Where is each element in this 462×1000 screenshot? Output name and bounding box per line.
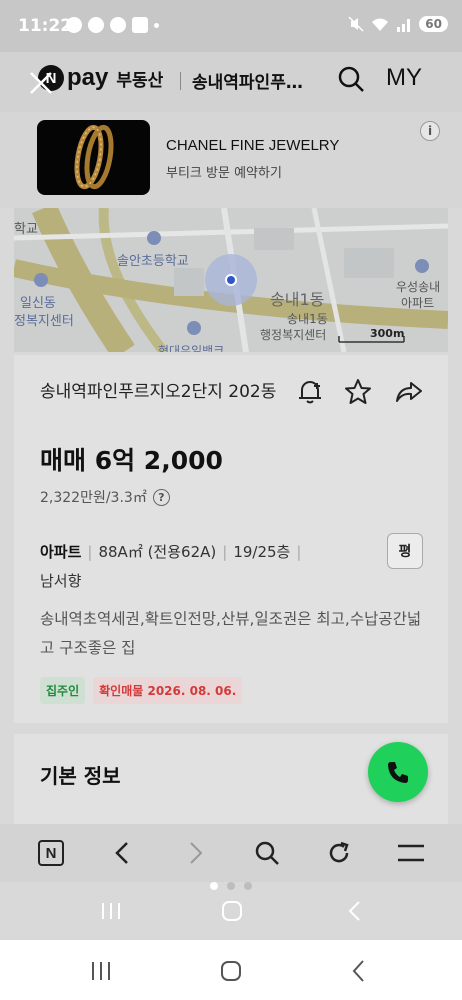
- recent-apps-button[interactable]: [96, 896, 126, 926]
- home-icon: [221, 961, 241, 981]
- ad-ring-image: [37, 120, 150, 195]
- search-icon: [255, 841, 279, 865]
- browser-toolbar: N: [0, 824, 462, 882]
- map-label-apt-1: 우성송내: [396, 280, 441, 294]
- ad-subtitle: 부티크 방문 예약하기: [166, 166, 282, 181]
- page-dot: [210, 882, 218, 890]
- close-icon[interactable]: [28, 70, 54, 96]
- refresh-button[interactable]: [324, 838, 354, 868]
- chevron-left-icon: [115, 842, 128, 864]
- property-type: 아파트: [40, 543, 82, 561]
- property-floor: 19/25층: [233, 543, 291, 561]
- back-button[interactable]: [108, 838, 138, 868]
- sms-icon: [110, 17, 126, 33]
- refresh-icon: [329, 841, 349, 863]
- status-time: 11:22: [18, 16, 73, 36]
- pyeong-toggle-button[interactable]: 평: [387, 533, 423, 569]
- notification-icons: [66, 17, 159, 33]
- menu-button[interactable]: [396, 838, 426, 868]
- naver-n-icon: N: [38, 840, 64, 866]
- map-label-center-left-2: 정복지센터: [14, 314, 74, 329]
- search-icon[interactable]: [337, 65, 365, 93]
- forward-button[interactable]: [180, 838, 210, 868]
- my-button[interactable]: MY: [386, 64, 422, 92]
- message-icon: [88, 17, 104, 33]
- system-back-button[interactable]: [340, 896, 370, 926]
- map-scale: 300m: [370, 327, 405, 340]
- owner-tag: 집주인: [40, 677, 86, 704]
- ad-title: CHANEL FINE JEWELRY: [166, 137, 340, 154]
- home-icon: [222, 901, 242, 921]
- dot-icon: [154, 22, 159, 28]
- status-bar: 11:22 60: [0, 0, 462, 52]
- chevron-right-icon: [190, 842, 203, 864]
- unit-price-row: 2,322만원/3.3㎡ ?: [40, 487, 170, 507]
- ad-info-icon[interactable]: i: [420, 121, 440, 141]
- naver-home-button[interactable]: N: [36, 838, 66, 868]
- location-map[interactable]: 학교 솔안초등학교 일신동 정복지센터 송내1동 송내1동 행정복지센터 우성송…: [14, 208, 448, 352]
- star-icon[interactable]: [343, 377, 373, 407]
- listing-tags: 집주인 확인매물 2026. 08. 06.: [40, 677, 243, 704]
- map-label-apt-2: 아파트: [401, 296, 435, 310]
- back-chevron-icon: [352, 960, 364, 982]
- page-dot: [244, 882, 252, 890]
- basic-info-title: 기본 정보: [40, 764, 121, 788]
- map-label-dong: 송내1동: [270, 290, 325, 309]
- spec-row: 아파트 | 88A㎡ (전용62A) | 19/25층 |: [40, 541, 307, 562]
- phone-screen: 11:22 60 N pay 부동산 송내역파인푸… MY CHANEL FIN…: [0, 0, 462, 940]
- outer-back-button[interactable]: [344, 956, 374, 986]
- b-icon: [132, 17, 148, 33]
- listing-price: 매매 6억 2,000: [40, 446, 223, 475]
- hamburger-menu-icon: [398, 844, 424, 862]
- spec-divider: |: [222, 542, 228, 561]
- map-label-bank: 현대우일뱅크: [158, 344, 225, 352]
- ad-banner[interactable]: CHANEL FINE JEWELRY 부티크 방문 예약하기 i: [0, 112, 462, 208]
- bell-plus-icon[interactable]: [295, 377, 325, 407]
- unit-price: 2,322만원/3.3㎡: [40, 490, 147, 506]
- inner-navigation-bar: [0, 892, 462, 940]
- map-label-school-left: 학교: [14, 222, 38, 237]
- npay-logo[interactable]: N pay 부동산: [38, 64, 163, 92]
- page-title: 송내역파인푸…: [192, 73, 303, 93]
- spec-divider: |: [87, 542, 93, 561]
- page-dot: [227, 882, 235, 890]
- battery-icon: 60: [419, 16, 448, 32]
- outer-home-button[interactable]: [216, 956, 246, 986]
- service-name: 부동산: [116, 70, 164, 91]
- wifi-icon: [372, 18, 389, 31]
- map-label-school: 솔안초등학교: [117, 254, 189, 269]
- toolbar-search-button[interactable]: [252, 838, 282, 868]
- outer-navigation-bar: [0, 940, 462, 1000]
- mute-icon: [348, 16, 364, 32]
- recent-apps-icon: [92, 962, 110, 980]
- signal-icon: [397, 18, 411, 32]
- property-area: 88A㎡ (전용62A): [98, 543, 217, 561]
- app-header: N pay 부동산 송내역파인푸… MY: [0, 52, 462, 112]
- phone-icon: [388, 762, 408, 783]
- talk-icon: [66, 17, 82, 33]
- recent-apps-icon: [102, 903, 120, 919]
- property-description: 송내역초역세권,확트인전망,산뷰,일조권은 최고,수납공간넓고 구조좋은 집: [40, 610, 422, 657]
- verified-tag: 확인매물 2026. 08. 06.: [93, 677, 243, 704]
- logo-pay-text: pay: [67, 64, 109, 91]
- home-button[interactable]: [217, 896, 247, 926]
- help-icon[interactable]: ?: [152, 488, 170, 506]
- map-label-dong-center-2: 행정복지센터: [260, 328, 327, 342]
- header-divider: [180, 72, 181, 90]
- property-name: 송내역파인푸르지오2단지 202동: [40, 382, 277, 402]
- map-label-center-left-1: 일신동: [20, 296, 56, 311]
- system-icons: 60: [348, 16, 448, 32]
- spec-divider: |: [296, 542, 302, 561]
- map-label-dong-center-1: 송내1동: [287, 312, 328, 326]
- outer-recent-apps-button[interactable]: [86, 956, 116, 986]
- listing-card: 송내역파인푸르지오2단지 202동 매매 6억 2,000 2,322만원/3.…: [14, 355, 448, 723]
- back-chevron-icon: [348, 901, 360, 921]
- call-button[interactable]: [368, 742, 428, 802]
- share-icon[interactable]: [394, 377, 424, 407]
- property-direction: 남서향: [40, 572, 82, 590]
